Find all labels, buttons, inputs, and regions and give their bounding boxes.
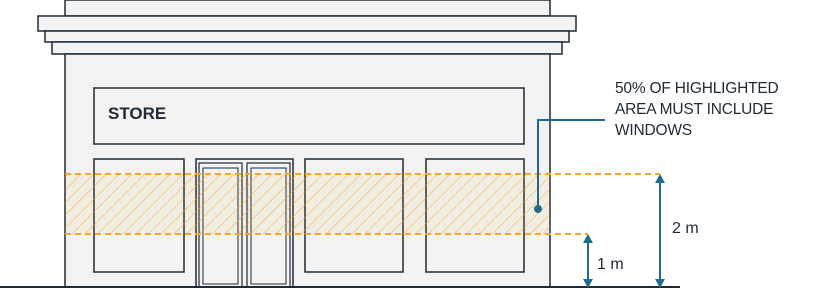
- dimension-arrowhead-1m-top: [583, 234, 593, 243]
- storefront-diagram: [0, 0, 680, 288]
- dimension-arrowhead-2m-top: [655, 174, 665, 183]
- cornice-top: [37, 15, 577, 32]
- annotation-line-3: WINDOWS: [615, 122, 692, 139]
- annotation-line-1: 50% OF HIGHLIGHTED: [615, 80, 779, 97]
- dimension-label-2m: 2 m: [672, 220, 699, 237]
- annotation-line-2: AREA MUST INCLUDE: [615, 101, 774, 118]
- annotation-text: 50% OF HIGHLIGHTED AREA MUST INCLUDE WIN…: [615, 78, 815, 141]
- cornice-middle: [44, 30, 570, 43]
- store-sign-text: STORE: [108, 104, 167, 123]
- annotation-leader-dot: [534, 205, 542, 213]
- parapet: [64, 0, 551, 17]
- highlighted-zone-tint: [65, 174, 550, 234]
- dimension-label-1m: 1 m: [597, 256, 624, 273]
- cornice-bottom: [51, 41, 563, 55]
